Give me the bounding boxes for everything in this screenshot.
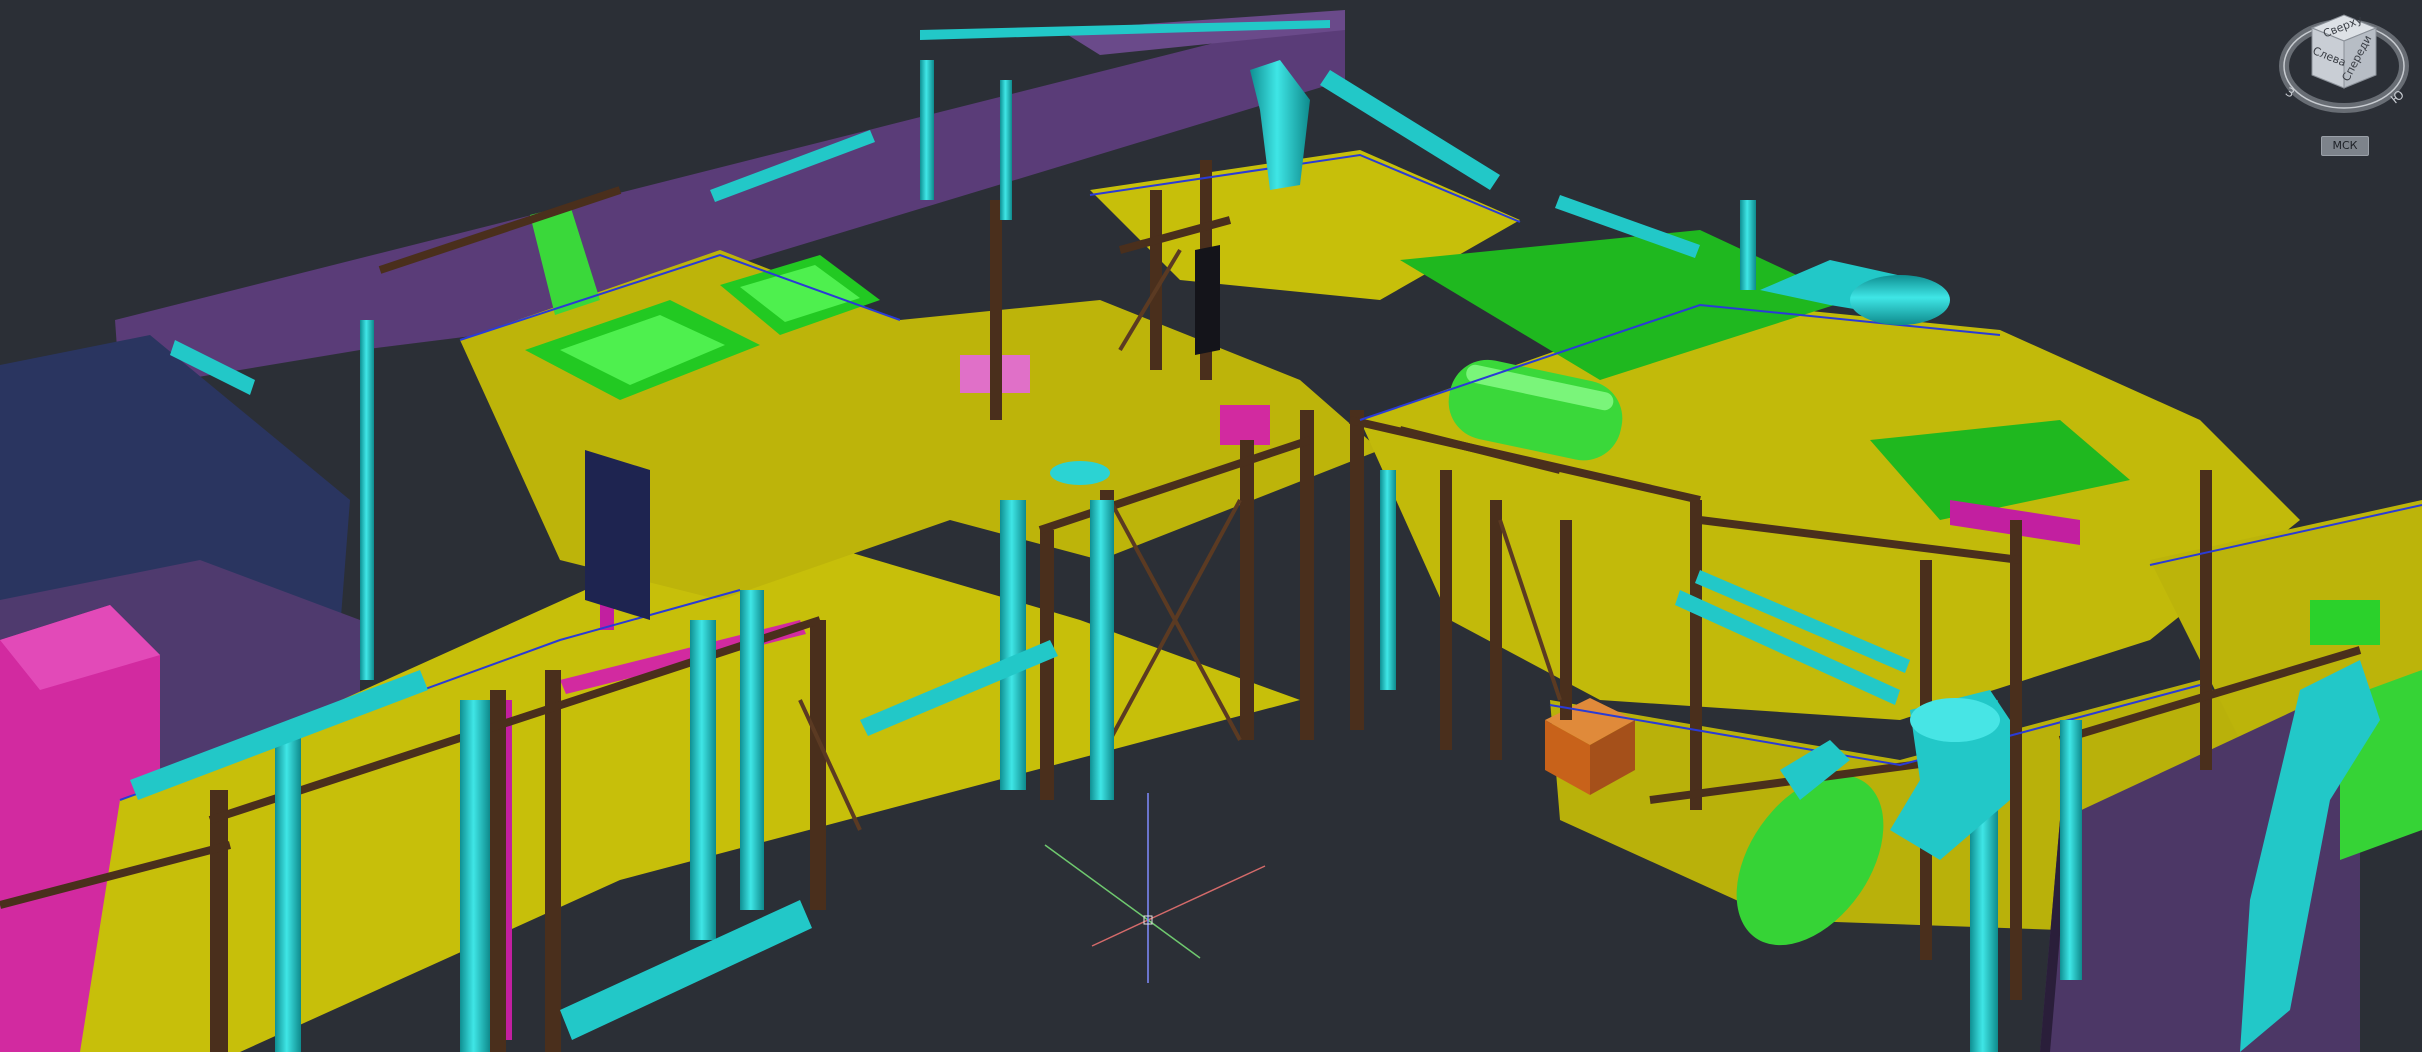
ucs-icon [1044, 793, 1266, 983]
ucs-y-axis-neg [1147, 919, 1201, 959]
model-viewport[interactable] [0, 0, 2422, 1052]
ucs-x-axis-neg [1091, 919, 1149, 947]
wcs-menu-button[interactable]: МСК [2321, 136, 2369, 156]
green-box-right [2310, 600, 2380, 645]
dark-panel-center [1195, 245, 1220, 355]
ucs-x-axis [1147, 865, 1266, 921]
dark-panel-left [585, 450, 650, 620]
ucs-y-axis [1044, 844, 1149, 921]
magenta-box-2 [1220, 405, 1270, 445]
